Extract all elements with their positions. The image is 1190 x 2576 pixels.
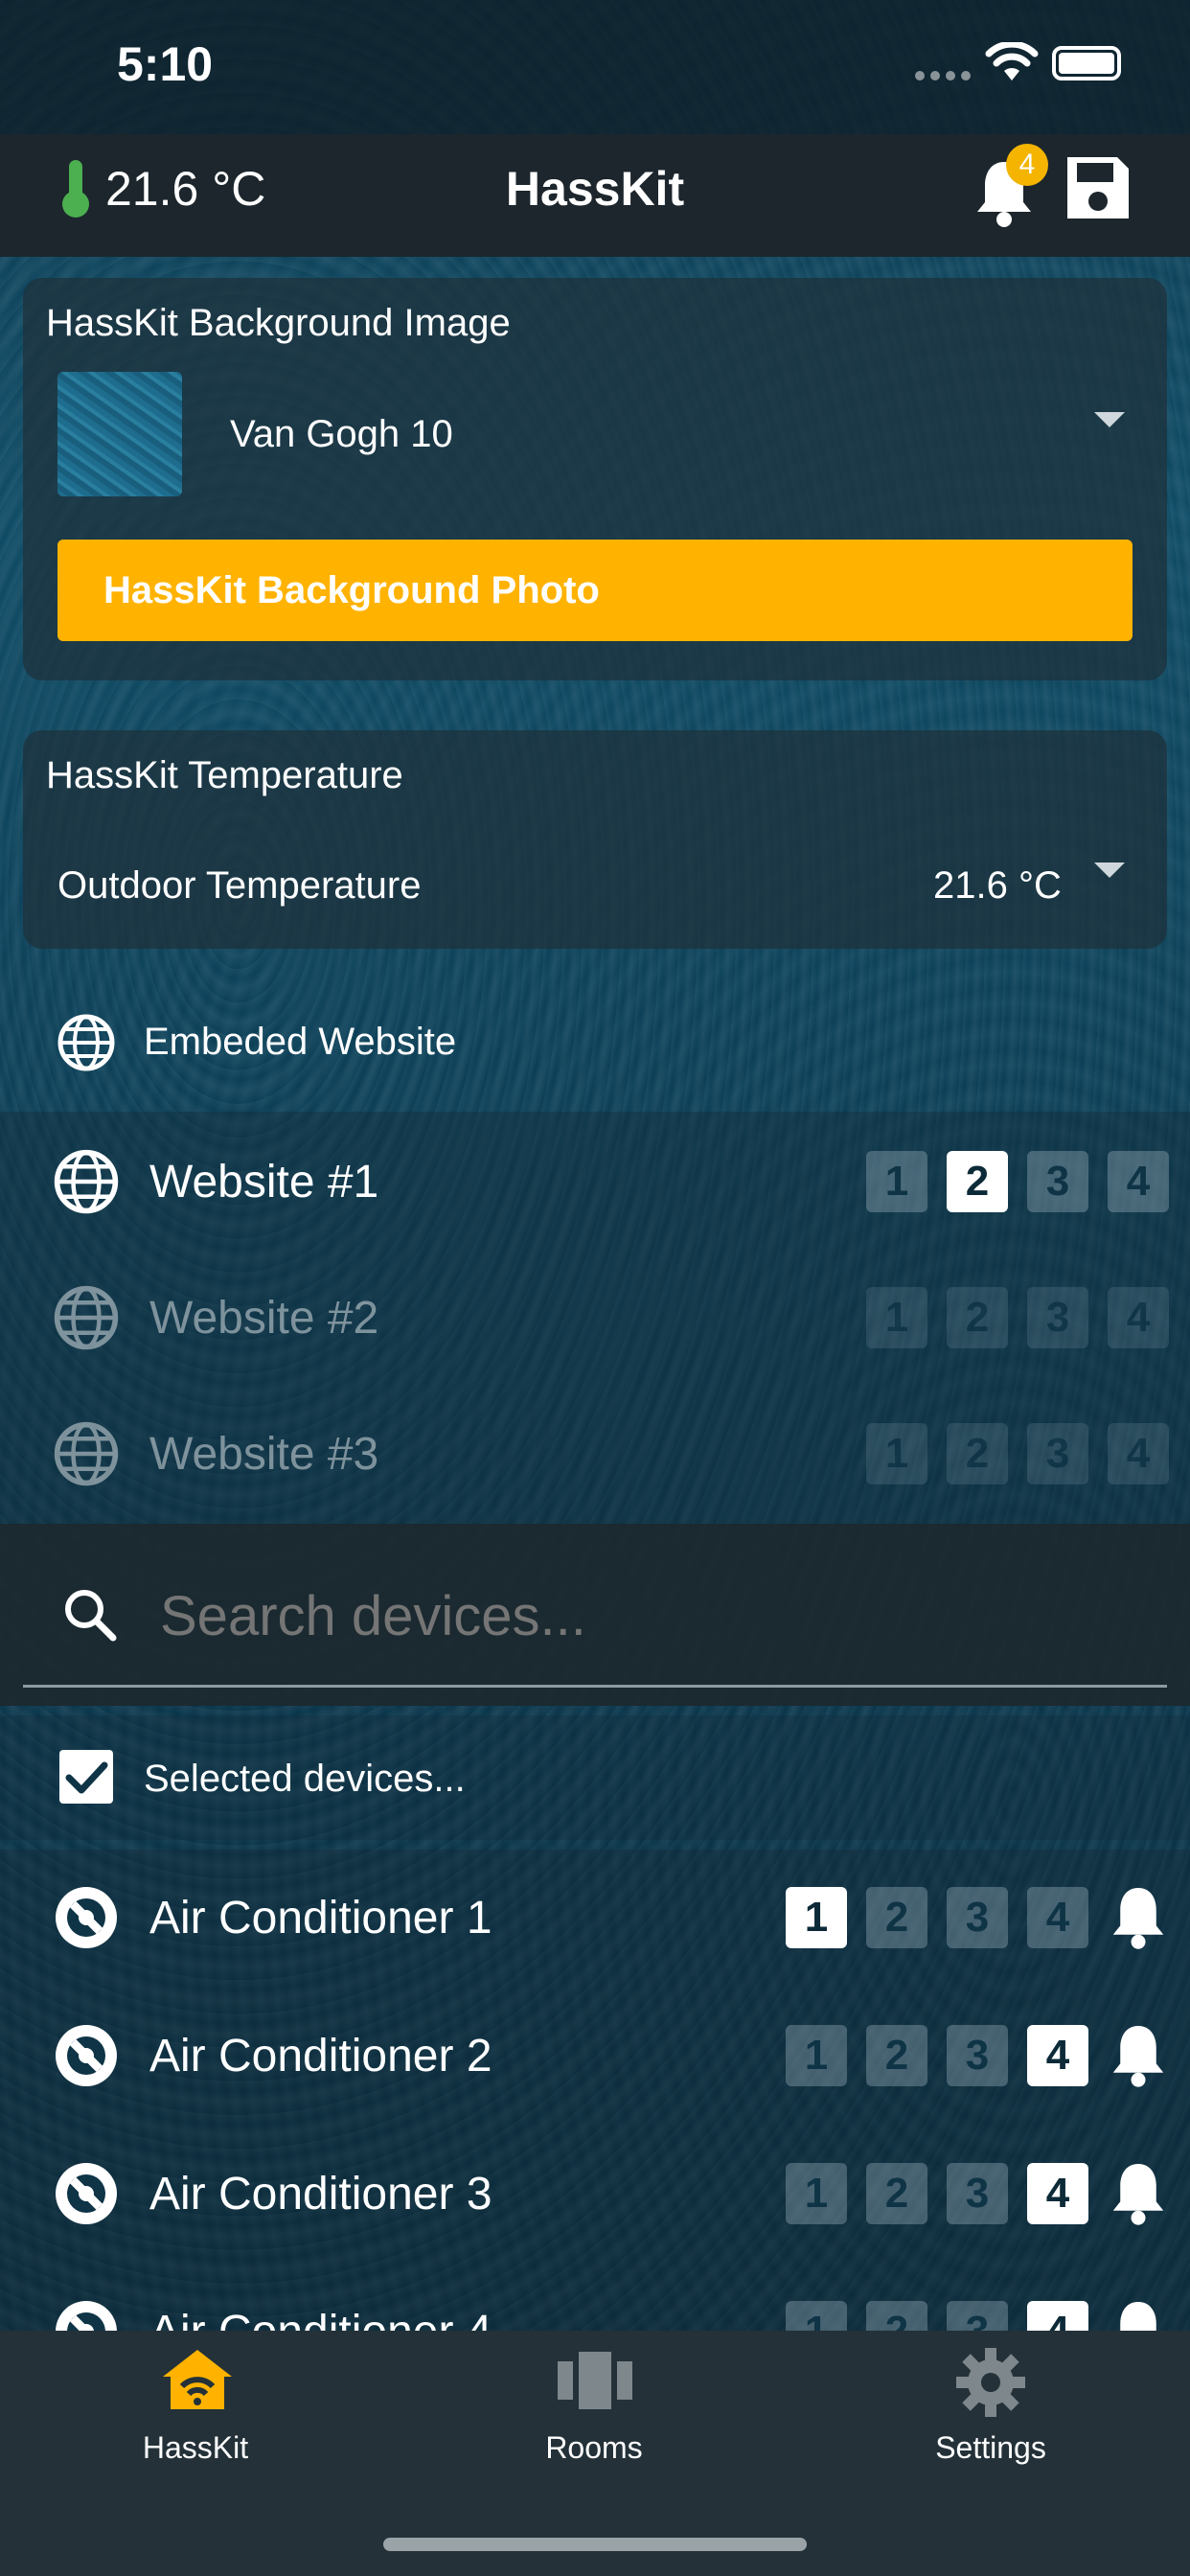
home-indicator <box>383 2538 807 2551</box>
air-conditioner-icon <box>52 2159 121 2233</box>
device-row[interactable]: Air Conditioner 2 1234 <box>0 1993 1190 2118</box>
device-row[interactable]: Air Conditioner 1 1234 <box>0 1855 1190 1980</box>
website-row[interactable]: Website #1 1 2 3 4 <box>0 1119 1190 1244</box>
device-row[interactable]: Air Conditioner 4 1234 <box>0 2269 1190 2331</box>
selected-devices-label: Selected devices... <box>144 1758 466 1800</box>
nav-item-settings[interactable]: Settings <box>895 2338 1087 2472</box>
battery-icon <box>1052 46 1121 80</box>
signal-icon <box>915 71 971 80</box>
page-toggle-1[interactable]: 1 <box>866 1151 927 1212</box>
search-icon <box>65 1590 117 1642</box>
page-toggle-4[interactable]: 4 <box>1027 2163 1088 2224</box>
device-label: Air Conditioner 1 <box>149 1893 492 1944</box>
gear-icon <box>956 2348 1025 2417</box>
bell-icon[interactable] <box>1110 2160 1167 2230</box>
website-label: Website #3 <box>149 1429 379 1480</box>
background-selected-name: Van Gogh 10 <box>230 413 453 455</box>
page-toggle-1[interactable]: 1 <box>786 2163 847 2224</box>
page-toggle-4[interactable]: 4 <box>1108 1151 1169 1212</box>
page-toggle-3[interactable]: 3 <box>1027 1287 1088 1348</box>
website-row[interactable]: Website #3 1 2 3 4 <box>0 1392 1190 1516</box>
page-toggle-1[interactable]: 1 <box>866 1287 927 1348</box>
temperature-dropdown[interactable]: Outdoor Temperature 21.6 °C <box>57 853 1140 920</box>
globe-icon <box>52 1147 121 1221</box>
page-toggle-4[interactable]: 4 <box>1027 1887 1088 1948</box>
search-input[interactable] <box>158 1576 1120 1655</box>
nav-label-hasskit: HassKit <box>142 2430 249 2465</box>
wifi-icon <box>985 42 1039 80</box>
device-label: Air Conditioner 2 <box>149 2031 492 2082</box>
dropdown-arrow-icon <box>1094 862 1125 878</box>
device-label: Air Conditioner 4 <box>149 2306 492 2331</box>
globe-icon <box>52 1283 121 1357</box>
globe-icon <box>57 1014 115 1071</box>
home-wifi-icon <box>163 2350 232 2409</box>
page-toggle-2[interactable]: 2 <box>947 1423 1008 1484</box>
air-conditioner-icon <box>52 2021 121 2095</box>
page-toggle-1[interactable]: 1 <box>866 1423 927 1484</box>
page-toggle-2[interactable]: 2 <box>866 2301 927 2331</box>
page-toggle-4[interactable]: 4 <box>1027 2025 1088 2086</box>
page-toggle-3[interactable]: 3 <box>947 2025 1008 2086</box>
website-row[interactable]: Website #2 1 2 3 4 <box>0 1255 1190 1380</box>
nav-label-settings: Settings <box>935 2430 1046 2465</box>
check-icon <box>65 1761 108 1794</box>
selected-devices-filter[interactable]: Selected devices... <box>0 1715 1190 1840</box>
dropdown-arrow-icon <box>1094 412 1125 427</box>
air-conditioner-icon <box>52 2297 121 2331</box>
page-toggle-2[interactable]: 2 <box>947 1287 1008 1348</box>
page-toggle-4[interactable]: 4 <box>1027 2301 1088 2331</box>
page-toggle-3[interactable]: 3 <box>947 2301 1008 2331</box>
checkbox-checked[interactable] <box>59 1750 113 1804</box>
temperature-value: 21.6 °C <box>933 864 1062 907</box>
website-label: Website #2 <box>149 1293 379 1344</box>
air-conditioner-icon <box>52 1883 121 1957</box>
status-time: 5:10 <box>117 37 214 91</box>
bell-icon[interactable] <box>1110 2022 1167 2092</box>
page-toggle-2[interactable]: 2 <box>866 2025 927 2086</box>
device-row[interactable]: Air Conditioner 3 1234 <box>0 2131 1190 2256</box>
rooms-icon <box>558 2352 632 2409</box>
temperature-card-title: HassKit Temperature <box>46 754 403 796</box>
background-thumbnail <box>57 372 182 496</box>
background-image-dropdown[interactable]: Van Gogh 10 <box>57 372 1140 500</box>
page-toggle-3[interactable]: 3 <box>1027 1151 1088 1212</box>
bell-icon[interactable] <box>1110 1884 1167 1954</box>
page-toggle-3[interactable]: 3 <box>947 1887 1008 1948</box>
page-toggle-1[interactable]: 1 <box>786 2301 847 2331</box>
page-toggle-2[interactable]: 2 <box>866 2163 927 2224</box>
page-toggle-2[interactable]: 2 <box>866 1887 927 1948</box>
page-toggle-4[interactable]: 4 <box>1108 1423 1169 1484</box>
website-label: Website #1 <box>149 1157 379 1208</box>
nav-item-rooms[interactable]: Rooms <box>498 2338 690 2472</box>
page-toggle-1[interactable]: 1 <box>786 2025 847 2086</box>
page-toggle-3[interactable]: 3 <box>947 2163 1008 2224</box>
search-underline <box>23 1685 1167 1688</box>
temperature-label: Outdoor Temperature <box>57 864 422 907</box>
page-toggle-3[interactable]: 3 <box>1027 1423 1088 1484</box>
save-icon[interactable] <box>1064 153 1133 222</box>
page-toggle-2[interactable]: 2 <box>947 1151 1008 1212</box>
page-toggle-4[interactable]: 4 <box>1108 1287 1169 1348</box>
background-photo-button[interactable]: HassKit Background Photo <box>57 540 1133 641</box>
background-card-title: HassKit Background Image <box>46 302 511 344</box>
notification-badge: 4 <box>1006 144 1048 186</box>
nav-item-hasskit[interactable]: HassKit <box>100 2338 291 2472</box>
bell-icon[interactable] <box>1110 2298 1167 2331</box>
page-toggle-1[interactable]: 1 <box>786 1887 847 1948</box>
device-label: Air Conditioner 3 <box>149 2169 492 2220</box>
globe-icon <box>52 1419 121 1493</box>
embeded-website-header: Embeded Website <box>144 1021 457 1063</box>
nav-label-rooms: Rooms <box>545 2430 643 2465</box>
